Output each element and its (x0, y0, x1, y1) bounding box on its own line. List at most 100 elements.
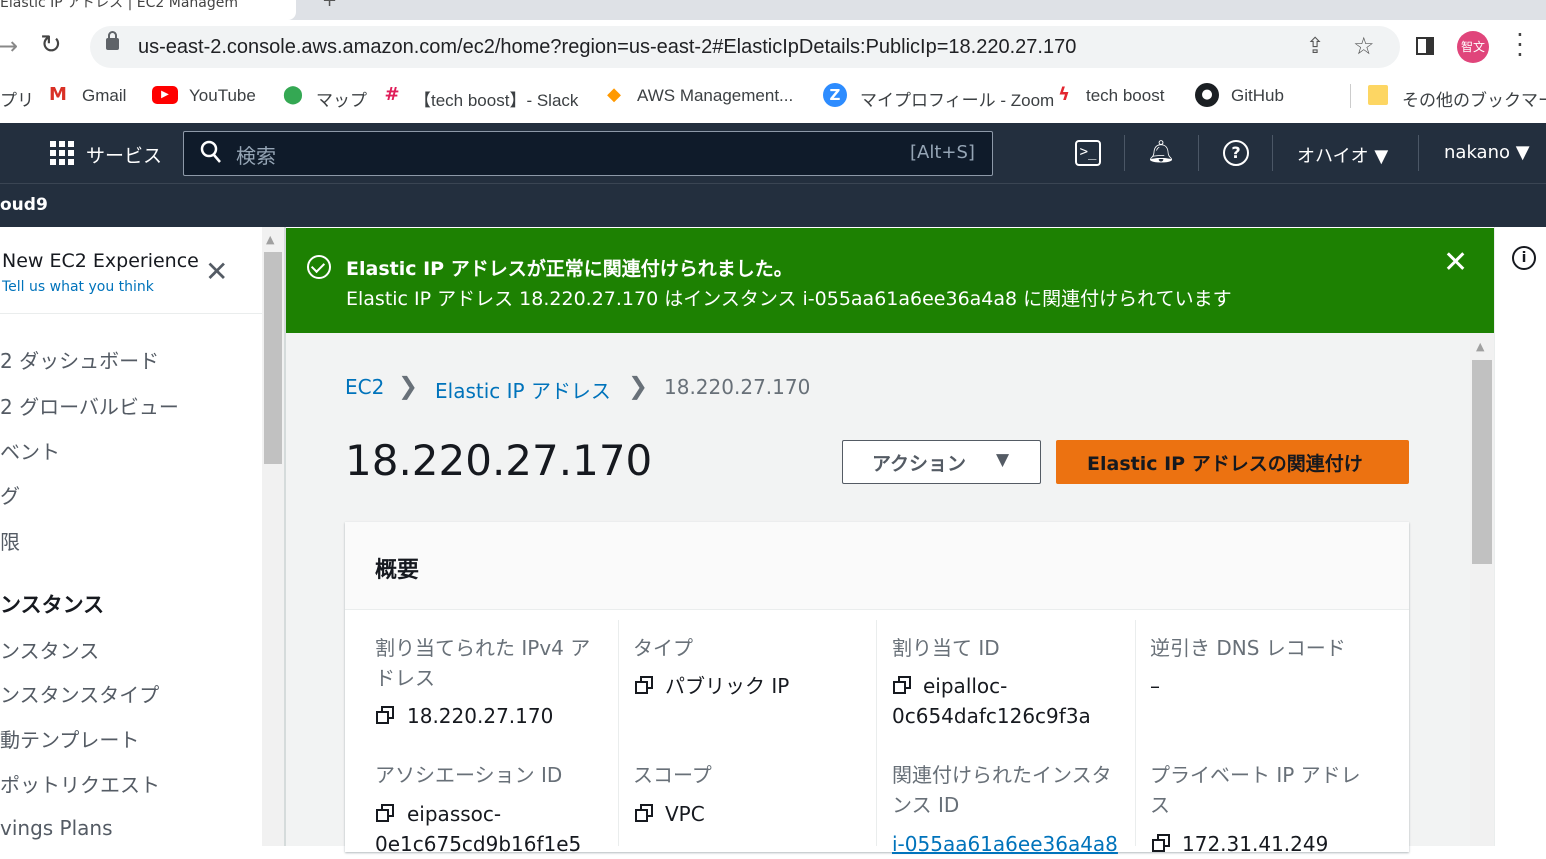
sidebar-item-launch-templates[interactable]: 動テンプレート (0, 724, 139, 753)
bookmark-aws[interactable]: AWS Management... (637, 86, 793, 106)
nav-divider (1418, 135, 1419, 171)
field-label-reverse-dns: 逆引き DNS レコード (1150, 636, 1346, 660)
close-icon[interactable]: ✕ (205, 258, 228, 286)
caret-down-icon: ▼ (996, 450, 1010, 470)
close-icon[interactable]: ✕ (1443, 248, 1468, 278)
nav-divider (1124, 135, 1125, 171)
copy-icon[interactable] (635, 676, 655, 696)
field-label-ipv4: 割り当てられた IPv4 アドレス (375, 636, 591, 690)
services-grid-icon[interactable] (50, 141, 74, 165)
field-label-instance-id: 関連付けられたインスタンス ID (892, 763, 1112, 817)
share-icon[interactable]: ⇪ (1306, 34, 1324, 59)
sidebar-item-limits[interactable]: 限 (0, 526, 20, 555)
field-value-reverse-dns: – (1150, 674, 1160, 698)
zoom-icon: Z (823, 83, 847, 107)
field-label-scope: スコープ (633, 763, 712, 787)
forward-icon[interactable]: → (0, 32, 18, 60)
bookmark-slack[interactable]: 【tech boost】- Slack (414, 86, 578, 111)
feedback-link[interactable]: Tell us what you think (2, 279, 154, 295)
bookmark-maps[interactable]: マップ (316, 86, 367, 111)
bookmarks-divider (1350, 84, 1351, 108)
techboost-icon: ϟ (1058, 84, 1070, 105)
maps-pin-icon: ⬤ (282, 84, 304, 105)
lock-icon[interactable] (106, 38, 119, 50)
aws-favorites-bar (0, 183, 1546, 227)
sidebar-item-global-view[interactable]: 2 グローバルビュー (0, 391, 179, 420)
folder-icon (1368, 85, 1388, 105)
github-icon: ● (1195, 83, 1219, 107)
bookmark-github[interactable]: GitHub (1231, 86, 1284, 106)
copy-icon[interactable] (1152, 834, 1172, 854)
bookmark-techboost[interactable]: tech boost (1086, 86, 1164, 106)
flash-title: Elastic IP アドレスが正常に関連付けられました。 (346, 258, 793, 280)
sidebar-item-spot-requests[interactable]: ポットリクエスト (0, 769, 160, 798)
bookmark-other[interactable]: その他のブックマーク (1402, 86, 1546, 111)
nav-divider (1198, 135, 1199, 171)
breadcrumb-elastic-ip[interactable]: Elastic IP アドレス (435, 375, 611, 404)
sidebar-item-savings-plans[interactable]: vings Plans (0, 816, 113, 840)
side-panel-icon[interactable] (1416, 37, 1434, 55)
reload-icon[interactable]: ↻ (40, 30, 62, 60)
help-panel-strip (1494, 227, 1546, 846)
field-value-association-id-part2: 0e1c675cd9b16f1e5 (375, 832, 582, 856)
scroll-up-arrow-icon[interactable]: ▲ (266, 233, 274, 246)
field-label-allocation-id: 割り当て ID (892, 636, 1000, 660)
profile-avatar[interactable]: 智文 (1457, 31, 1489, 63)
column-divider (876, 620, 877, 846)
youtube-icon: ▶ (152, 86, 178, 104)
column-divider (618, 620, 619, 846)
field-label-type: タイプ (633, 636, 693, 660)
browser-tab-title: Elastic IP アドレス | EC2 Managem (0, 0, 238, 11)
notifications-bell-icon[interactable]: 🔔︎ (1147, 140, 1175, 165)
sidebar-item-instances[interactable]: ンスタンス (0, 635, 99, 664)
browser-menu-icon[interactable]: · · · (1512, 23, 1528, 67)
sidebar-item-events[interactable]: ベント (0, 436, 60, 465)
aws-cube-icon: ◆ (607, 84, 621, 105)
copy-icon[interactable] (893, 676, 913, 696)
page-title: 18.220.27.170 (345, 436, 653, 485)
bookmark-youtube[interactable]: YouTube (189, 86, 256, 106)
bookmark-gmail[interactable]: Gmail (82, 86, 126, 106)
bookmark-zoom[interactable]: マイプロフィール - Zoom (860, 86, 1054, 111)
sidebar-item-instance-types[interactable]: ンスタンスタイプ (0, 679, 159, 708)
breadcrumb-ec2[interactable]: EC2 (345, 375, 384, 399)
field-value-private-ip: 172.31.41.249 (1182, 832, 1329, 856)
sidebar-item-dashboard[interactable]: 2 ダッシュボード (0, 345, 159, 374)
bookmark-star-icon[interactable]: ☆ (1353, 32, 1375, 60)
copy-icon[interactable] (376, 804, 396, 824)
scroll-up-arrow-icon[interactable]: ▲ (1476, 340, 1484, 353)
instance-id-link[interactable]: i-055aa61a6ee36a4a8 (892, 829, 1118, 859)
field-value-allocation-id-part2: 0c654dafc126c9f3a (892, 704, 1091, 728)
field-value-type: パブリック IP (665, 674, 790, 698)
sidenav-divider (0, 313, 262, 314)
account-menu[interactable]: nakano ▼ (1444, 142, 1530, 163)
help-icon[interactable]: ? (1223, 140, 1249, 166)
info-icon[interactable]: i (1512, 246, 1536, 270)
services-menu[interactable]: サービス (86, 141, 162, 168)
column-divider (1135, 620, 1136, 846)
browser-tab-strip-empty (300, 0, 1546, 20)
flash-message: Elastic IP アドレス 18.220.27.170 はインスタンス i-… (346, 288, 1232, 310)
search-input[interactable] (183, 131, 993, 176)
chevron-right-icon: ❯ (398, 372, 419, 400)
field-value-allocation-id-part1: eipalloc- (923, 674, 1008, 698)
sidebar-item-tags[interactable]: グ (0, 480, 20, 509)
copy-icon[interactable] (635, 804, 655, 824)
browser-tab-active[interactable]: Elastic IP アドレス | EC2 Managem (0, 0, 296, 20)
region-selector[interactable]: オハイオ ▼ (1297, 142, 1388, 168)
search-shortcut-hint: [Alt+S] (910, 142, 975, 163)
gmail-icon: M (49, 84, 67, 105)
copy-icon[interactable] (376, 706, 396, 726)
sidenav-scroll-thumb[interactable] (264, 252, 282, 464)
favorite-cloud9[interactable]: oud9 (0, 195, 48, 215)
bookmark-apps[interactable]: プリ (0, 86, 34, 111)
search-placeholder: 検索 (236, 144, 276, 168)
cloudshell-icon[interactable]: >_ (1075, 140, 1101, 166)
sidebar-section-instances[interactable]: ンスタンス (0, 589, 104, 619)
field-label-association-id: アソシエーション ID (375, 763, 563, 787)
new-ec2-experience-title: New EC2 Experience (2, 250, 199, 272)
side-navigation (0, 227, 262, 846)
main-scroll-thumb[interactable] (1472, 360, 1492, 564)
new-tab-icon[interactable]: + (322, 0, 337, 11)
url-text[interactable]: us-east-2.console.aws.amazon.com/ec2/hom… (138, 36, 1076, 59)
